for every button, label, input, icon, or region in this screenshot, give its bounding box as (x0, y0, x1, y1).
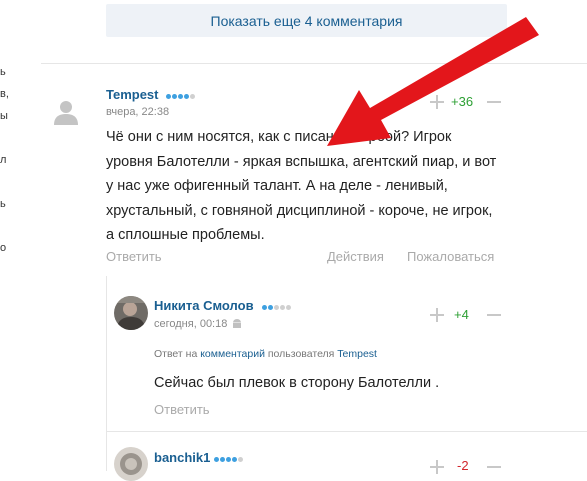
comment-line: у нас уже офигенный талант. А на деле - … (106, 178, 448, 194)
reply-author[interactable]: Никита Смолов (154, 298, 254, 313)
fragment-text: ь (0, 198, 6, 210)
upvote-icon[interactable] (430, 460, 444, 474)
upvote-icon[interactable] (430, 95, 444, 109)
comment-author[interactable]: Tempest (106, 87, 159, 102)
rating-dots (166, 94, 196, 99)
reply-context-text: Ответ на (154, 348, 198, 360)
left-column-fragment: ь в, ы л ь о (0, 0, 14, 471)
downvote-icon[interactable] (487, 308, 501, 322)
comment-line: уровня Балотелли - яркая вспышка, агентс… (106, 153, 497, 170)
downvote-icon[interactable] (487, 95, 501, 109)
reply-context-text: пользователя (267, 348, 335, 360)
fragment-text: ы (0, 110, 8, 122)
rating-dots (262, 305, 292, 310)
actions-link[interactable]: Действия (327, 249, 384, 264)
user-avatar[interactable] (114, 447, 148, 481)
comment-time: вчера, 22:38 (106, 106, 170, 118)
reply-link[interactable]: Ответить (154, 402, 210, 417)
divider (106, 431, 587, 432)
report-link[interactable]: Пожаловаться (407, 249, 494, 264)
reply-text: Сейчас был плевок в сторону Балотелли . (154, 375, 440, 391)
upvote-icon[interactable] (430, 308, 444, 322)
reply-link[interactable]: Ответить (106, 249, 162, 264)
fragment-text: ь (0, 66, 6, 78)
comment-line: Чё они с ним носятся, как с писаной торб… (106, 129, 452, 145)
default-avatar-icon[interactable] (53, 99, 79, 125)
comment-text: Чё они с ним носятся, как с писаной торб… (106, 125, 496, 248)
parent-user-link[interactable]: Tempest (337, 348, 377, 360)
user-avatar[interactable] (114, 296, 148, 330)
fragment-text: л (0, 154, 7, 166)
fragment-text: о (0, 242, 7, 254)
android-icon (233, 319, 241, 328)
fragment-text: в, (0, 88, 9, 100)
comment-score: +36 (451, 94, 474, 109)
reply-score: +4 (454, 307, 469, 322)
reply-author[interactable]: banchik1 (154, 450, 210, 465)
thread-line (106, 276, 107, 471)
comment-line: а сплошные проблемы. (106, 227, 265, 243)
reply-time: сегодня, 00:18 (154, 318, 228, 330)
downvote-icon[interactable] (487, 460, 501, 474)
parent-comment-link[interactable]: комментарий (200, 348, 265, 360)
rating-dots (214, 457, 244, 462)
reply-context: Ответ на комментарий пользователя Tempes… (154, 348, 377, 360)
comment-line: хрустальный, с говняной дисциплиной - ко… (106, 202, 493, 219)
divider (41, 63, 587, 64)
show-more-comments-button[interactable]: Показать еще 4 комментария (106, 4, 507, 37)
